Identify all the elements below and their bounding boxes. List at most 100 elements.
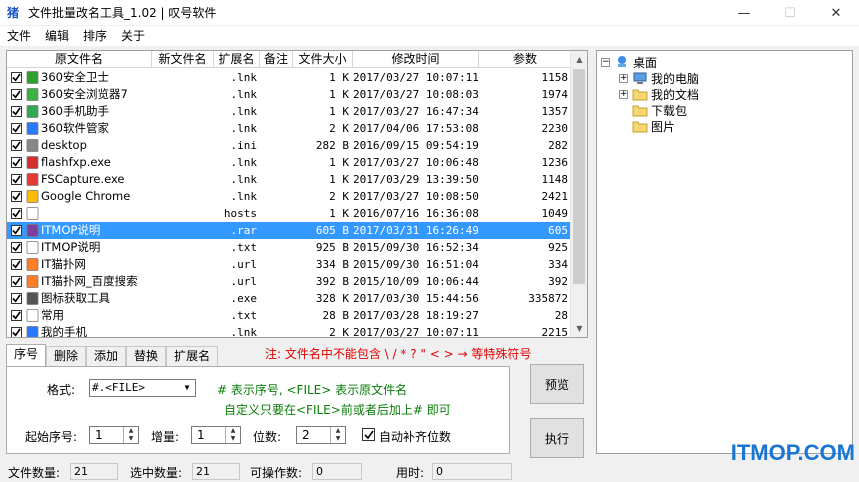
maximize-button[interactable]: ☐ [767,0,813,26]
row-checkbox[interactable] [11,140,22,151]
row-checkbox[interactable] [11,123,22,134]
expand-icon[interactable]: + [619,89,628,99]
menu-file[interactable]: 文件 [0,26,38,46]
check-icon [12,90,21,99]
tab-add[interactable]: 添加 [86,346,127,366]
cell-extension: .lnk [230,88,258,101]
text-file-icon [25,241,39,255]
table-row[interactable]: 360安全卫士 .lnk 1 K 2017/03/27 10:07:11 1158 [7,69,572,86]
table-row[interactable]: desktop .ini 282 B 2016/09/15 09:54:19 282 [7,137,572,154]
menu-edit[interactable]: 编辑 [38,26,76,46]
vertical-scrollbar[interactable]: ▲ ▼ [570,51,587,337]
table-row[interactable]: IT猫扑网 .url 334 B 2015/09/30 16:51:04 334 [7,256,572,273]
cell-note [260,188,293,205]
tab-sequence[interactable]: 序号 [6,344,47,366]
preview-button[interactable]: 预览 [530,364,584,404]
table-row[interactable]: FSCapture.exe .lnk 1 K 2017/03/29 13:39:50 1… [7,171,572,188]
expand-icon[interactable]: + [619,73,628,83]
minimize-button[interactable]: — [721,0,767,26]
cell-modified-time: 2015/09/30 16:52:34 [353,241,479,254]
cell-extension: .txt [230,241,258,254]
scroll-up-icon[interactable]: ▲ [571,51,587,68]
scroll-down-icon[interactable]: ▼ [571,320,587,337]
spin-down-icon[interactable]: ▼ [331,435,345,443]
spin-up-icon[interactable]: ▲ [124,427,138,435]
row-checkbox[interactable] [11,191,22,202]
scroll-thumb[interactable] [573,69,585,284]
column-size[interactable]: 文件大小 [293,51,353,68]
row-checkbox[interactable] [11,310,22,321]
table-row[interactable]: hosts 1 K 2016/07/16 16:36:08 1049 [7,205,572,222]
table-row[interactable]: 360软件管家 .lnk 2 K 2017/04/06 17:53:08 2230 [7,120,572,137]
row-checkbox[interactable] [11,327,22,337]
chevron-down-icon[interactable]: ▼ [179,380,195,396]
cell-extension: .ini [230,139,258,152]
column-new-name[interactable]: 新文件名 [152,51,214,68]
spin-up-icon[interactable]: ▲ [331,427,345,435]
table-row[interactable]: 常用 .txt 28 B 2017/03/28 18:19:27 28 [7,307,572,324]
row-checkbox[interactable] [11,293,22,304]
table-row[interactable]: Google Chrome .lnk 2 K 2017/03/27 10:08:50 2… [7,188,572,205]
format-combo[interactable]: #.<FILE> ▼ [89,379,196,397]
file-list[interactable]: 原文件名 新文件名 扩展名 备注 文件大小 修改时间 参数 360安全卫士 .ln… [6,50,588,338]
autofill-checkbox[interactable] [362,428,375,441]
chrome-icon [25,190,39,204]
row-checkbox[interactable] [11,157,22,168]
tree-node-downloads[interactable]: 下载包 [632,102,687,118]
row-checkbox[interactable] [11,259,22,270]
table-row[interactable]: flashfxp.exe .lnk 1 K 2017/03/27 10:06:48 12… [7,154,572,171]
row-checkbox[interactable] [11,106,22,117]
elapsed-time-label: 用时: [396,466,425,480]
tab-delete[interactable]: 删除 [46,346,87,366]
file-name: Google Chrome [41,189,131,203]
table-row[interactable]: ITMOP说明 .rar 605 B 2017/03/31 16:26:49 605 [7,222,572,239]
check-icon [12,311,21,320]
column-param[interactable]: 参数 [479,51,572,68]
table-row[interactable]: IT猫扑网_百度搜索 .url 392 B 2015/10/09 10:06:44 39… [7,273,572,290]
row-checkbox[interactable] [11,72,22,83]
spin-up-icon[interactable]: ▲ [226,427,240,435]
column-modified-time[interactable]: 修改时间 [353,51,479,68]
folder-tree[interactable]: − 桌面 + 我的电脑 + 我的文档 下载包 图片 [596,50,853,454]
row-checkbox[interactable] [11,225,22,236]
collapse-icon[interactable]: − [601,57,610,67]
close-button[interactable]: ✕ [813,0,859,26]
tab-extension[interactable]: 扩展名 [166,346,219,366]
cell-param: 1974 [541,88,569,101]
table-row[interactable]: 360手机助手 .lnk 1 K 2017/03/27 16:47:34 1357 [7,103,572,120]
cell-new-name [152,86,214,103]
url-icon [25,275,39,289]
row-checkbox[interactable] [11,89,22,100]
table-row[interactable]: 我的手机 .lnk 2 K 2017/03/27 10:07:11 2215 [7,324,572,337]
tab-replace[interactable]: 替换 [126,346,167,366]
menu-sort[interactable]: 排序 [76,26,114,46]
cell-size: 605 B [315,224,349,237]
table-row[interactable]: 360安全浏览器7 .lnk 1 K 2017/03/27 10:08:03 1974 [7,86,572,103]
row-checkbox[interactable] [11,242,22,253]
spin-down-icon[interactable]: ▼ [124,435,138,443]
table-row[interactable]: ITMOP说明 .txt 925 B 2015/09/30 16:52:34 925 [7,239,572,256]
column-extension[interactable]: 扩展名 [214,51,260,68]
tree-node-pictures[interactable]: 图片 [632,118,675,134]
tree-node-desktop[interactable]: − 桌面 [601,54,657,70]
menu-about[interactable]: 关于 [114,26,152,46]
cell-original-name: 图标获取工具 [7,290,152,307]
row-checkbox[interactable] [11,174,22,185]
column-note[interactable]: 备注 [260,51,293,68]
row-checkbox[interactable] [11,276,22,287]
cell-modified-time: 2017/03/27 16:47:34 [353,105,479,118]
start-number-stepper[interactable]: 1 ▲ ▼ [89,426,139,444]
file-count-value: 21 [70,463,118,480]
row-checkbox[interactable] [11,208,22,219]
tree-node-my-documents[interactable]: + 我的文档 [619,86,699,102]
table-row[interactable]: 图标获取工具 .exe 328 K 2017/03/30 15:44:56 335872 [7,290,572,307]
column-original-name[interactable]: 原文件名 [7,51,152,68]
tree-node-my-computer[interactable]: + 我的电脑 [619,70,699,86]
check-icon [12,158,21,167]
cell-original-name: FSCapture.exe [7,171,152,188]
execute-button[interactable]: 执行 [530,418,584,458]
cell-note [260,171,293,188]
spin-down-icon[interactable]: ▼ [226,435,240,443]
digits-stepper[interactable]: 2 ▲ ▼ [296,426,346,444]
increment-stepper[interactable]: 1 ▲ ▼ [191,426,241,444]
